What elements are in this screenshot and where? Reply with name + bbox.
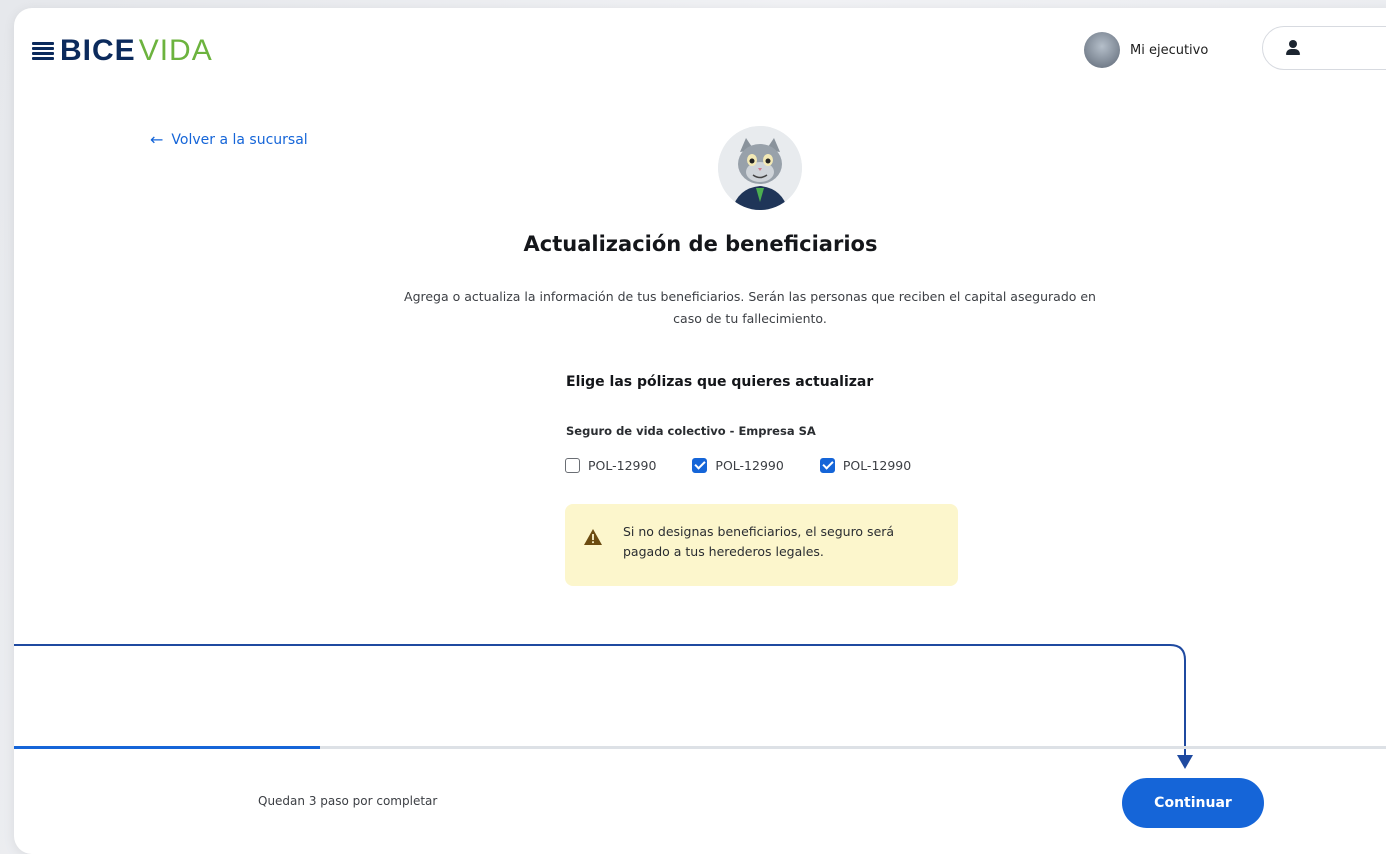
progress-bar xyxy=(14,746,1386,749)
policy-group-name: Seguro de vida colectivo - Empresa SA xyxy=(566,424,816,438)
bicevida-logo[interactable]: BICE VIDA xyxy=(32,34,213,68)
checkbox-unchecked-icon[interactable] xyxy=(565,458,580,473)
executive-avatar xyxy=(1084,32,1120,68)
progress-bar-fill xyxy=(14,746,320,749)
policy-label: POL-12990 xyxy=(842,458,912,473)
page-title: Actualización de beneficiarios xyxy=(523,232,878,256)
back-link-label: Volver a la sucursal xyxy=(171,131,308,148)
policy-checkbox-2[interactable]: POL-12990 xyxy=(692,458,784,473)
alert-message: Si no designas beneficiarios, el seguro … xyxy=(623,524,895,559)
section-title: Elige las pólizas que quieres actualizar xyxy=(566,374,874,390)
policy-checkbox-group: POL-12990 POL-12990 POL-12990 xyxy=(565,458,911,473)
policy-label: POL-12990 xyxy=(588,458,657,473)
user-menu-button[interactable] xyxy=(1262,26,1386,70)
mascot-avatar xyxy=(718,126,802,210)
policy-label: POL-12990 xyxy=(715,458,784,473)
menu-icon[interactable] xyxy=(32,42,54,60)
checkbox-checked-icon[interactable] xyxy=(819,458,835,473)
logo-text-vida: VIDA xyxy=(138,34,213,67)
checkbox-checked-icon[interactable] xyxy=(692,458,708,473)
app-window: BICE VIDA Mi ejecutivo ← Volver a la suc… xyxy=(14,8,1386,854)
warning-alert: Si no designas beneficiarios, el seguro … xyxy=(565,504,958,586)
page-description: Agrega o actualiza la información de tus… xyxy=(404,289,1096,326)
my-executive-link[interactable]: Mi ejecutivo xyxy=(1084,32,1208,68)
user-icon xyxy=(1285,39,1301,57)
policy-checkbox-3[interactable]: POL-12990 xyxy=(819,458,912,473)
warning-icon xyxy=(584,529,602,545)
annotation-arrow xyxy=(14,644,1193,769)
continue-button[interactable]: Continuar xyxy=(1122,778,1264,828)
steps-remaining-text: Quedan 3 paso por completar xyxy=(258,794,438,808)
arrow-left-icon: ← xyxy=(150,130,164,149)
back-to-branch-link[interactable]: ← Volver a la sucursal xyxy=(150,130,308,149)
logo-text-bice: BICE xyxy=(60,34,136,67)
policy-checkbox-1[interactable]: POL-12990 xyxy=(565,458,656,473)
executive-label: Mi ejecutivo xyxy=(1130,42,1209,58)
